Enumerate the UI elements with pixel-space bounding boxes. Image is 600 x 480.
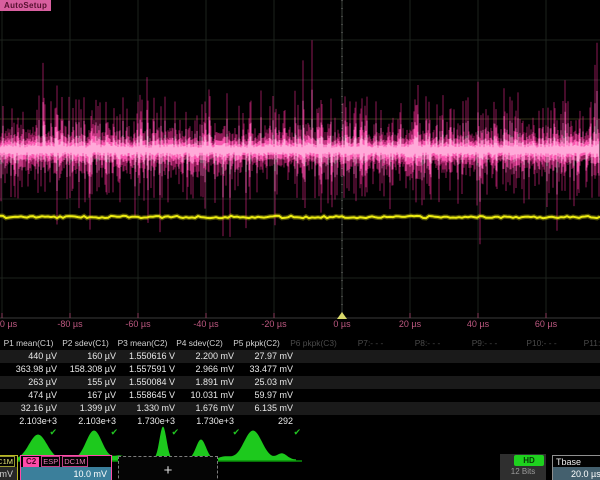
measure-header-7[interactable]: P7:- - - xyxy=(342,337,399,350)
measure-header-10[interactable]: P10:- - - xyxy=(513,337,570,350)
c2-channel-badge: C2 xyxy=(23,457,39,467)
c2-esp-tag: ESP xyxy=(41,456,60,467)
c1-coupling-tag: DC1M xyxy=(0,456,15,467)
measure-value: 160 µV xyxy=(59,350,118,363)
measure-value: 1.557591 V xyxy=(118,363,177,376)
measure-value: 25.03 mV xyxy=(236,376,295,389)
measure-row: 263 µV155 µV1.550084 V1.891 mV25.03 mV xyxy=(0,376,600,389)
hd-badge: HD xyxy=(514,455,544,466)
measure-row: 474 µV167 µV1.558645 V10.031 mV59.97 mV xyxy=(0,389,600,402)
measure-value: 10.031 mV xyxy=(177,389,236,402)
measure-value: 363.98 µV xyxy=(0,363,59,376)
status-check-icon: ✔ xyxy=(122,428,183,437)
axis-tick-label: 0 µs xyxy=(314,319,370,329)
measure-value: 1.891 mV xyxy=(177,376,236,389)
measure-row: 32.16 µV1.399 µV1.330 mV1.676 mV6.135 mV xyxy=(0,402,600,415)
c2-tags: ESPDC1M xyxy=(41,456,87,467)
c1-descriptor-box[interactable]: DC1M 5.00 mV xyxy=(0,455,18,480)
status-check-icon: ✔ xyxy=(244,428,305,437)
measure-value: 33.477 mV xyxy=(236,363,295,376)
status-check-icon: ✔ xyxy=(0,428,61,437)
measure-value: 155 µV xyxy=(59,376,118,389)
measure-value: 474 µV xyxy=(0,389,59,402)
measure-value: 6.135 mV xyxy=(236,402,295,415)
measure-value: 263 µV xyxy=(0,376,59,389)
hd-mode-block[interactable]: HD 12 Bits xyxy=(500,454,546,480)
axis-tick-label: -20 µs xyxy=(246,319,302,329)
measure-value: 1.558645 V xyxy=(118,389,177,402)
axis-tick-label: -100 µs xyxy=(0,319,30,329)
timebase-descriptor-box[interactable]: Tbase 20.0 µs/div xyxy=(552,455,600,480)
measure-value: 1.330 mV xyxy=(118,402,177,415)
measure-value: 1.399 µV xyxy=(59,402,118,415)
c1-volts-per-div: 5.00 mV xyxy=(0,467,17,480)
measure-row: 440 µV160 µV1.550616 V2.200 mV27.97 mV xyxy=(0,350,600,363)
axis-tick-label: 60 µs xyxy=(518,319,574,329)
measure-header-11[interactable]: P11:- - - xyxy=(570,337,600,350)
axis-tick-label: -60 µs xyxy=(110,319,166,329)
measure-header-2[interactable]: P2 sdev(C1) xyxy=(57,337,114,350)
axis-tick-label: 40 µs xyxy=(450,319,506,329)
measure-value: 2.103e+3 xyxy=(59,415,118,428)
measurement-table: P1 mean(C1)P2 sdev(C1)P3 mean(C2)P4 sdev… xyxy=(0,337,600,437)
measure-value: 158.308 µV xyxy=(59,363,118,376)
axis-tick-label: -40 µs xyxy=(178,319,234,329)
hd-bits-label: 12 Bits xyxy=(500,467,546,476)
measure-status-row: ✔✔✔✔✔ xyxy=(0,428,600,437)
c2-volts-per-div: 10.0 mV xyxy=(21,467,111,480)
tbase-label: Tbase xyxy=(556,457,581,467)
measure-row: 363.98 µV158.308 µV1.557591 V2.966 mV33.… xyxy=(0,363,600,376)
c1-trace[interactable] xyxy=(0,216,600,218)
c2-trace[interactable] xyxy=(0,40,599,244)
measure-value: 1.730e+3 xyxy=(177,415,236,428)
measure-value: 27.97 mV xyxy=(236,350,295,363)
measure-header-3[interactable]: P3 mean(C2) xyxy=(114,337,171,350)
status-check-icon: ✔ xyxy=(61,428,122,437)
measure-value: 292 xyxy=(236,415,295,428)
top-left-label[interactable]: AutoSetup xyxy=(0,0,51,11)
c2-dc1m-tag: DC1M xyxy=(62,456,87,467)
trigger-time-marker[interactable] xyxy=(337,312,347,319)
measure-header-4[interactable]: P4 sdev(C2) xyxy=(171,337,228,350)
measure-value: 2.200 mV xyxy=(177,350,236,363)
measure-value: 2.966 mV xyxy=(177,363,236,376)
measure-value: 59.97 mV xyxy=(236,389,295,402)
add-trace-button[interactable]: + xyxy=(118,456,218,480)
measure-header-row: P1 mean(C1)P2 sdev(C1)P3 mean(C2)P4 sdev… xyxy=(0,337,600,350)
measure-value: 440 µV xyxy=(0,350,59,363)
measure-header-6[interactable]: P6 pkpk(C3) xyxy=(285,337,342,350)
oscilloscope-screen: AutoSetup -100 µs -80 µs -60 µs -40 µs -20 µ… xyxy=(0,0,600,480)
measure-header-9[interactable]: P9:- - - xyxy=(456,337,513,350)
measure-header-5[interactable]: P5 pkpk(C2) xyxy=(228,337,285,350)
measure-value: 1.676 mV xyxy=(177,402,236,415)
axis-tick-label: 20 µs xyxy=(382,319,438,329)
axis-tick-label: -80 µs xyxy=(42,319,98,329)
measure-value: 1.730e+3 xyxy=(118,415,177,428)
measure-value: 32.16 µV xyxy=(0,402,59,415)
measure-value: 1.550084 V xyxy=(118,376,177,389)
c2-descriptor-box[interactable]: C2 ESPDC1M 10.0 mV xyxy=(20,455,112,480)
measure-header-8[interactable]: P8:- - - xyxy=(399,337,456,350)
measure-value: 1.550616 V xyxy=(118,350,177,363)
measure-header-1[interactable]: P1 mean(C1) xyxy=(0,337,57,350)
measure-value: 167 µV xyxy=(59,389,118,402)
status-check-icon: ✔ xyxy=(183,428,244,437)
tbase-value: 20.0 µs/div xyxy=(553,467,600,480)
